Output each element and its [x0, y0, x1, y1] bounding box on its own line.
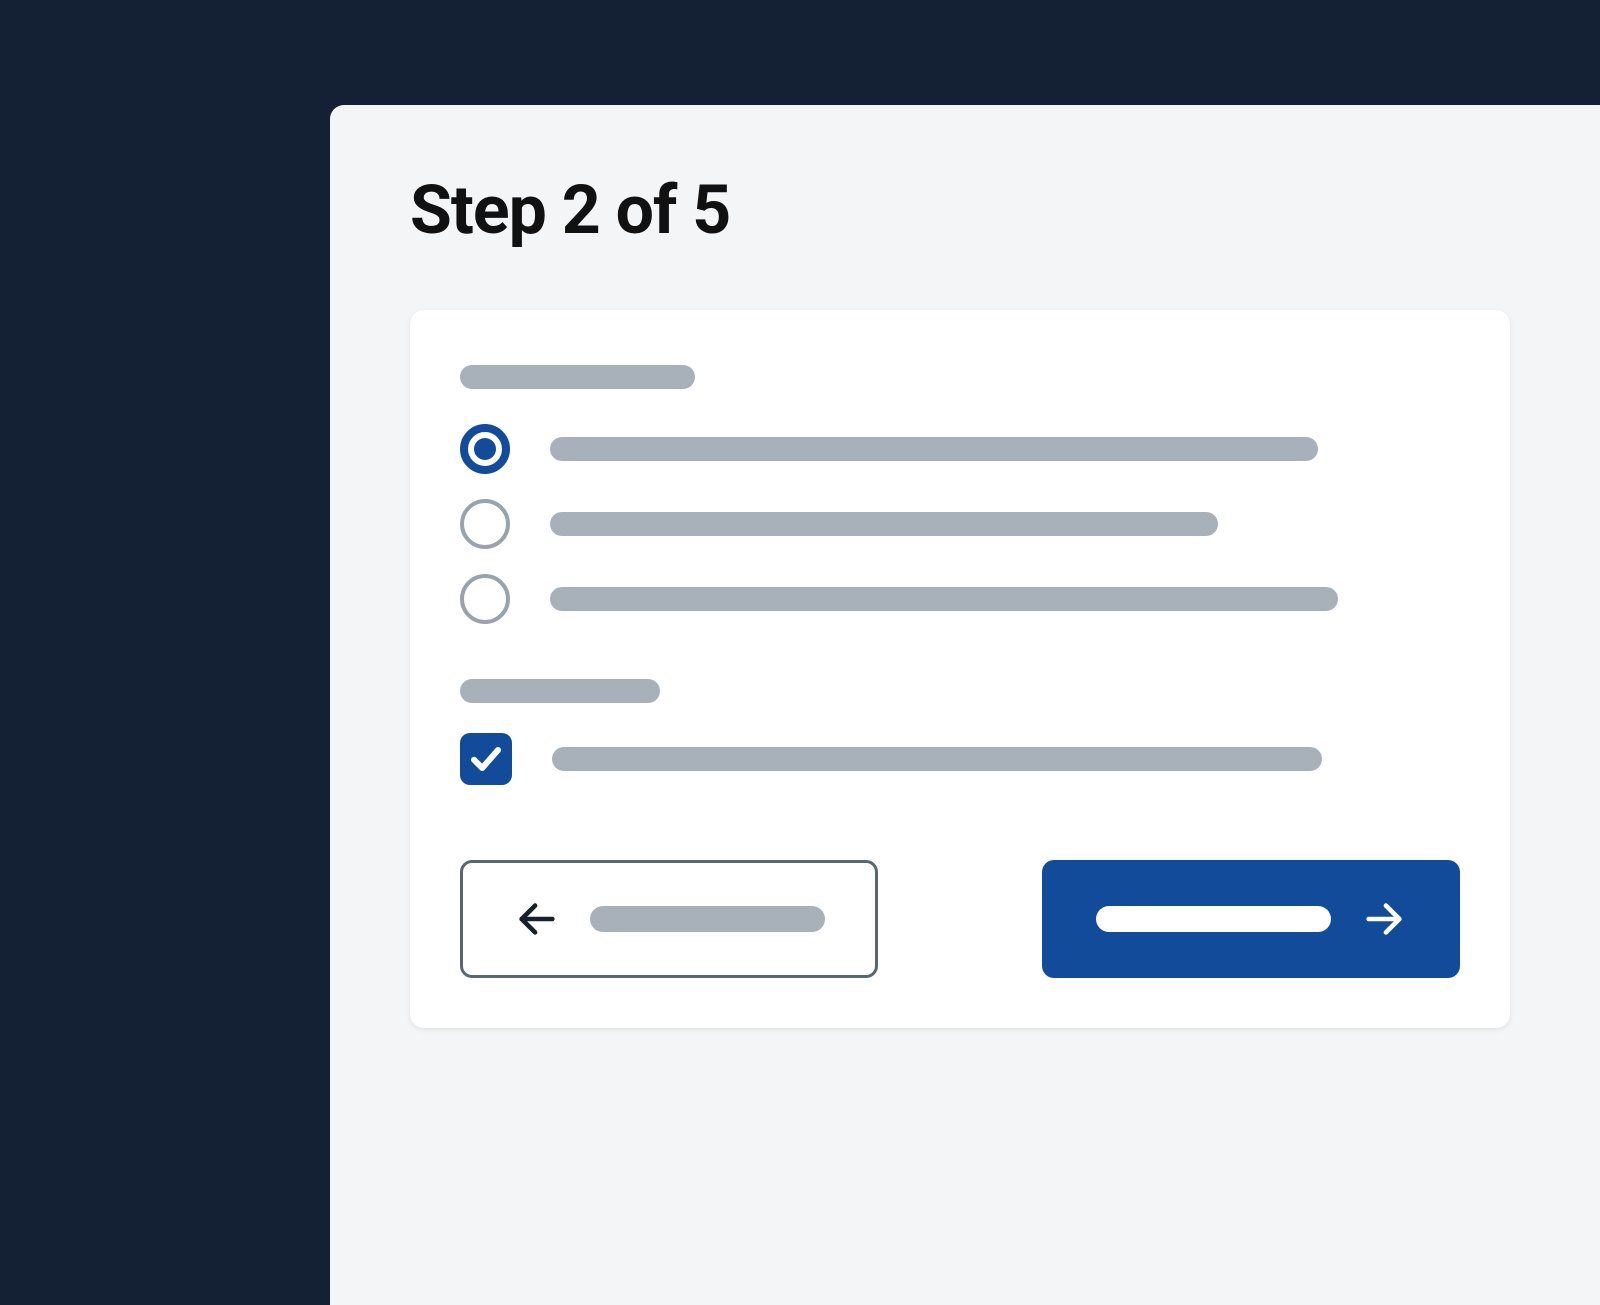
arrow-left-icon	[514, 896, 560, 942]
step-title: Step 2 of 5	[410, 170, 730, 250]
next-button-label-placeholder	[1096, 906, 1331, 932]
back-button[interactable]	[460, 860, 878, 978]
wizard-button-row	[460, 860, 1460, 978]
radio-option-3[interactable]	[460, 574, 1460, 624]
wizard-panel: Step 2 of 5	[330, 105, 1600, 1305]
checkbox-label-placeholder	[552, 747, 1322, 771]
radio-icon	[460, 424, 510, 474]
checkbox-group-label	[460, 679, 660, 703]
radio-option-2[interactable]	[460, 499, 1460, 549]
option-label-placeholder	[550, 587, 1338, 611]
check-icon	[468, 741, 504, 777]
next-button[interactable]	[1042, 860, 1460, 978]
option-label-placeholder	[550, 437, 1318, 461]
checkbox-option-1[interactable]	[460, 733, 1460, 785]
radio-icon	[460, 574, 510, 624]
radio-option-1[interactable]	[460, 424, 1460, 474]
radio-group-label	[460, 365, 695, 389]
arrow-right-icon	[1361, 896, 1407, 942]
checkbox-icon	[460, 733, 512, 785]
option-label-placeholder	[550, 512, 1218, 536]
radio-icon	[460, 499, 510, 549]
form-card	[410, 310, 1510, 1028]
back-button-label-placeholder	[590, 906, 825, 932]
